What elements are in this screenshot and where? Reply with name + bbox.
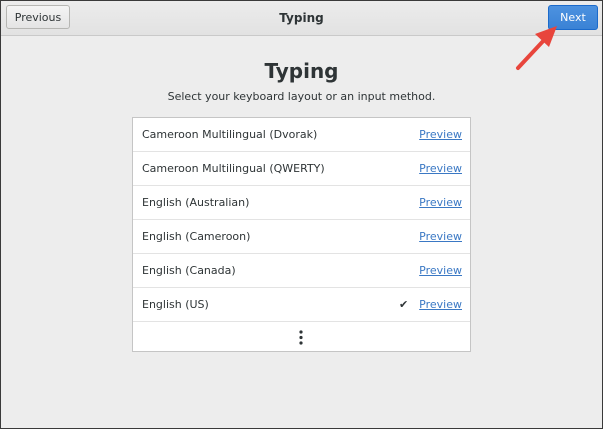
preview-link[interactable]: Preview xyxy=(419,288,462,321)
layout-row-english-us[interactable]: English (US) ✔ Preview xyxy=(133,288,470,322)
setup-window: Previous Typing Next Typing Select your … xyxy=(0,0,603,429)
checkmark-icon: ✔ xyxy=(399,298,409,311)
preview-link[interactable]: Preview xyxy=(419,220,462,253)
preview-link[interactable]: Preview xyxy=(419,186,462,219)
layout-label: Cameroon Multilingual (Dvorak) xyxy=(142,128,318,141)
layout-row-qwerty[interactable]: Cameroon Multilingual (QWERTY) Preview xyxy=(133,152,470,186)
layout-label: English (Canada) xyxy=(142,264,236,277)
layout-label: English (Australian) xyxy=(142,196,250,209)
layout-row-dvorak[interactable]: Cameroon Multilingual (Dvorak) Preview xyxy=(133,118,470,152)
layout-label: English (US) xyxy=(142,298,209,311)
preview-link[interactable]: Preview xyxy=(419,152,462,185)
layout-row-english-australian[interactable]: English (Australian) Preview xyxy=(133,186,470,220)
page-title: Typing xyxy=(264,59,339,83)
preview-link[interactable]: Preview xyxy=(419,254,462,287)
header-title: Typing xyxy=(279,11,324,25)
more-vertical-icon[interactable] xyxy=(299,330,303,345)
preview-link[interactable]: Preview xyxy=(419,118,462,151)
layout-row-english-cameroon[interactable]: English (Cameroon) Preview xyxy=(133,220,470,254)
keyboard-layout-list: Cameroon Multilingual (Dvorak) Preview C… xyxy=(132,117,471,352)
layout-row-english-canada[interactable]: English (Canada) Preview xyxy=(133,254,470,288)
header-bar: Previous Typing Next xyxy=(1,1,602,36)
layout-label: Cameroon Multilingual (QWERTY) xyxy=(142,162,325,175)
more-layouts-row[interactable] xyxy=(133,322,470,353)
page-subtitle: Select your keyboard layout or an input … xyxy=(167,90,436,103)
layout-label: English (Cameroon) xyxy=(142,230,251,243)
next-button[interactable]: Next xyxy=(548,5,598,30)
